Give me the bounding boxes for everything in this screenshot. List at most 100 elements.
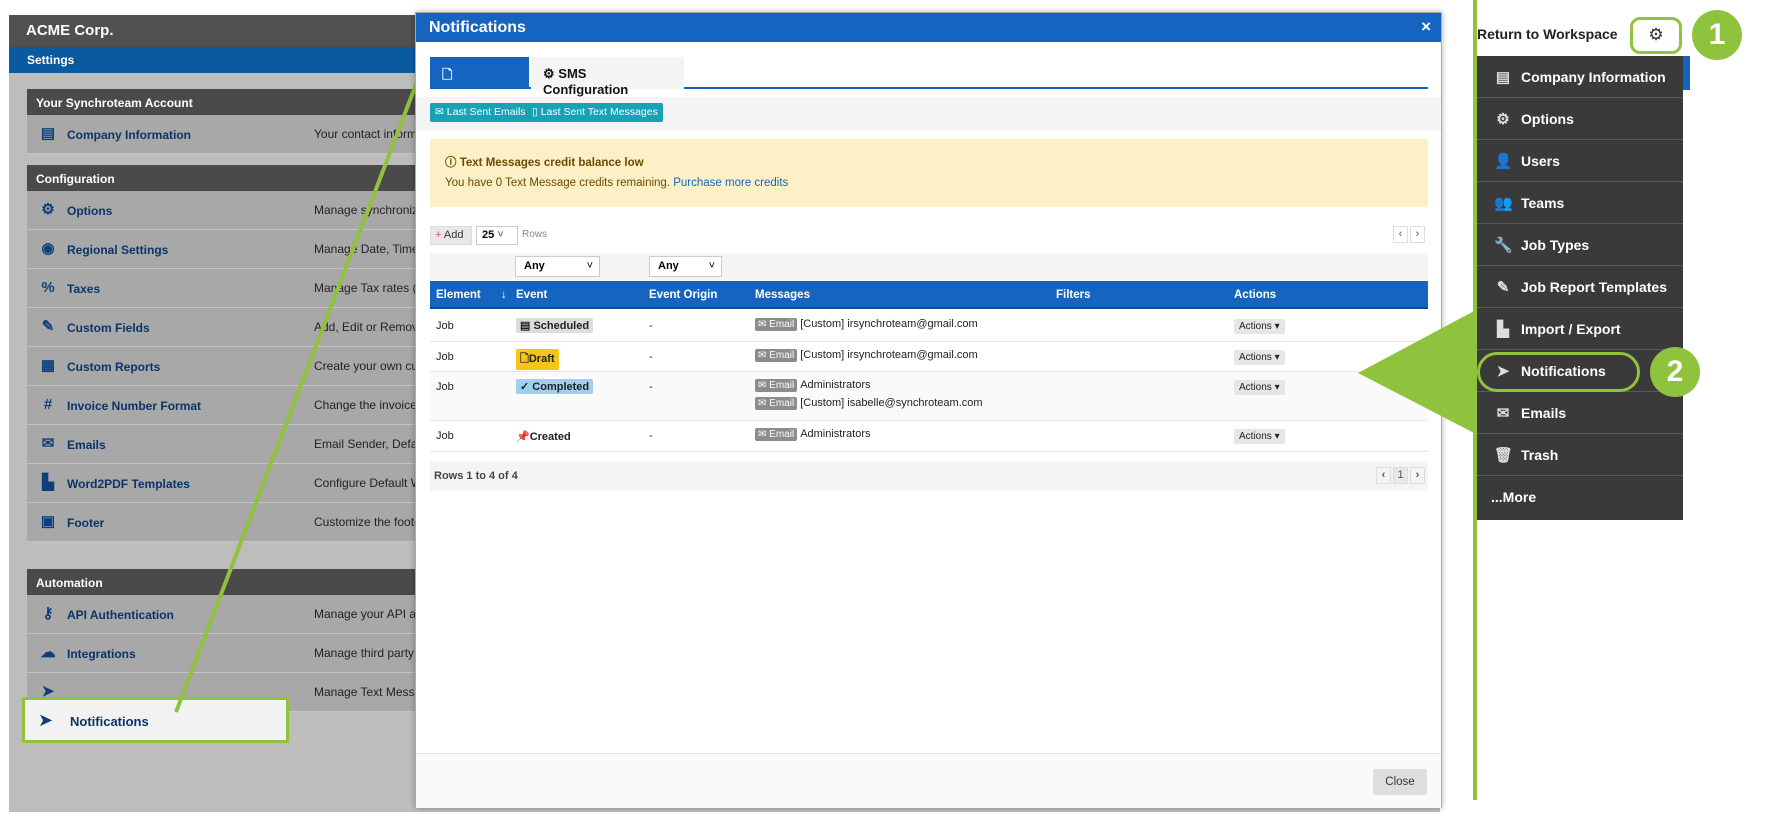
actions-label: Actions [1239,382,1272,393]
prev-page-icon[interactable]: ‹ [1376,467,1391,484]
modal-footer: Close [416,753,1441,808]
menu-label: Company Information [1521,69,1666,85]
filter-value: Any [524,260,545,272]
check-icon: ✓ [520,381,533,393]
badge-text: Draft [528,353,555,365]
cell-element: Job [436,381,454,393]
menu-label: Trash [1521,447,1559,463]
cell-message: ✉ Email Administrators [755,379,870,392]
menu-item-trash[interactable]: 🗑 Trash [1477,434,1683,476]
rows-count: Rows 1 to 4 of 4 [434,470,518,482]
menu-item-company-information[interactable]: ▤ Company Information [1477,56,1683,98]
message-text: [Custom] irsynchroteam@gmail.com [800,349,978,361]
rows-value: 25 [482,229,495,241]
cell-message: ✉ Email [Custom] isabelle@synchroteam.com [755,397,983,410]
actions-button[interactable]: Actions ▾ [1234,350,1285,365]
add-button[interactable]: + Add [430,226,472,245]
menu-label: Teams [1521,195,1565,211]
modal-close-icon[interactable]: × [1421,17,1431,37]
annotation-triangle [1358,310,1476,434]
actions-label: Actions [1239,321,1272,332]
menu-item-job-report-templates[interactable]: ✎ Job Report Templates [1477,266,1683,308]
file-icon: 🗋 [520,353,529,365]
menu-label: Job Report Templates [1521,279,1667,295]
event-filter-select[interactable]: Any ˅ [515,256,600,277]
chevron-down-icon: ˅ [708,260,715,272]
col-actions[interactable]: Actions [1234,289,1276,301]
menu-item-options[interactable]: ⚙ Options [1477,98,1683,140]
last-sent-emails-button[interactable]: ✉ Last Sent Emails [430,103,531,122]
last-sent-texts-button[interactable]: ▯ Last Sent Text Messages [527,103,663,122]
menu-item-import-export[interactable]: ▙ Import / Export [1477,308,1683,350]
cell-origin: - [649,381,653,393]
chevron-down-icon: ˅ [497,229,504,241]
actions-button[interactable]: Actions ▾ [1234,380,1285,395]
actions-button[interactable]: Actions ▾ [1234,429,1285,444]
user-edit-icon: 👤 [1494,153,1513,170]
gear-icon: ⚙ [1648,25,1664,44]
next-page-icon[interactable]: › [1410,226,1425,243]
next-page-icon[interactable]: › [1410,467,1425,484]
cell-message: ✉ Email Administrators [755,428,870,441]
csv-file-icon: ▙ [1497,321,1509,338]
cell-origin: - [649,430,653,442]
calendar-icon: ▤ [520,320,534,332]
menu-label: Job Types [1521,237,1590,253]
col-element[interactable]: Element [436,289,481,301]
rows-label: Rows [522,229,548,240]
step-1-badge: 1 [1692,10,1742,60]
pointer-triangle [1358,310,1476,434]
warning-body: You have 0 Text Message credits remainin… [445,177,671,189]
file-icon: 🗋 [442,67,453,82]
notifications-modal: Notifications × 🗋 Messages ⚙ SMS Configu… [415,12,1442,808]
button-label: Last Sent Text Messages [540,106,658,118]
actions-button[interactable]: Actions ▾ [1234,319,1285,334]
menu-item-teams[interactable]: 👥 Teams [1477,182,1683,224]
menu-item-users[interactable]: 👤 Users [1477,140,1683,182]
id-card-icon: ▤ [1495,69,1511,86]
col-event[interactable]: Event [516,289,547,301]
col-filters[interactable]: Filters [1056,289,1091,301]
warning-title-text: Text Messages credit balance low [459,157,644,169]
table-row: Job 🗋Draft - ✉ Email [Custom] irsynchrote… [430,342,1428,372]
tag-text: Email [769,319,795,330]
purchase-credits-link[interactable]: Purchase more credits [673,177,788,189]
col-event-origin[interactable]: Event Origin [649,289,717,301]
tab-sms-configuration[interactable]: ⚙ SMS Configuration [531,57,684,97]
tag-text: Email [769,429,795,440]
menu-item-emails[interactable]: ✉ Emails [1477,392,1683,434]
col-messages[interactable]: Messages [755,289,810,301]
add-label: Add [443,229,464,241]
status-badge: 📌Created [516,430,571,443]
teams-icon: 👥 [1494,195,1513,212]
tab-messages[interactable]: 🗋 Messages [430,57,529,103]
settings-gear-button[interactable]: ⚙ [1630,17,1682,54]
prev-page-icon[interactable]: ‹ [1393,226,1408,243]
message-text: Administrators [800,379,871,391]
origin-filter-select[interactable]: Any ˅ [649,256,722,277]
rows-per-page-select[interactable]: 25 ˅ [476,226,518,245]
email-tag: ✉ Email [755,428,798,441]
badge-text: Completed [532,381,590,393]
tab-bar: 🗋 Messages ⚙ SMS Configuration [430,57,1428,103]
menu-label: ...More [1491,489,1537,505]
menu-label: Options [1521,111,1574,127]
menu-item-job-types[interactable]: 🔧 Job Types [1477,224,1683,266]
tag-text: Email [769,380,795,391]
filter-row: Any ˅ Any ˅ [430,253,1428,280]
menu-item-more[interactable]: ...More [1477,476,1683,518]
wrench-icon: 🔧 [1494,237,1513,254]
grid-footer: Rows 1 to 4 of 4 ‹ 1 › [430,461,1428,491]
envelope-icon: ✉ [435,106,444,118]
settings-dropdown-menu: ▤ Company Information ⚙ Options 👤 Users 👥 Te… [1477,56,1683,520]
cell-message: ✉ Email [Custom] irsynchroteam@gmail.com [755,349,978,362]
close-button[interactable]: Close [1373,769,1427,795]
cell-origin: - [649,351,653,363]
page-number[interactable]: 1 [1393,467,1408,484]
credit-warning-alert: ⓘ Text Messages credit balance low You h… [430,139,1428,207]
warning-text: You have 0 Text Message credits remainin… [445,177,788,189]
modal-header: Notifications [416,13,1441,42]
menu-label: Users [1521,153,1560,169]
tag-text: Email [769,398,795,409]
mobile-icon: ▯ [532,106,538,118]
